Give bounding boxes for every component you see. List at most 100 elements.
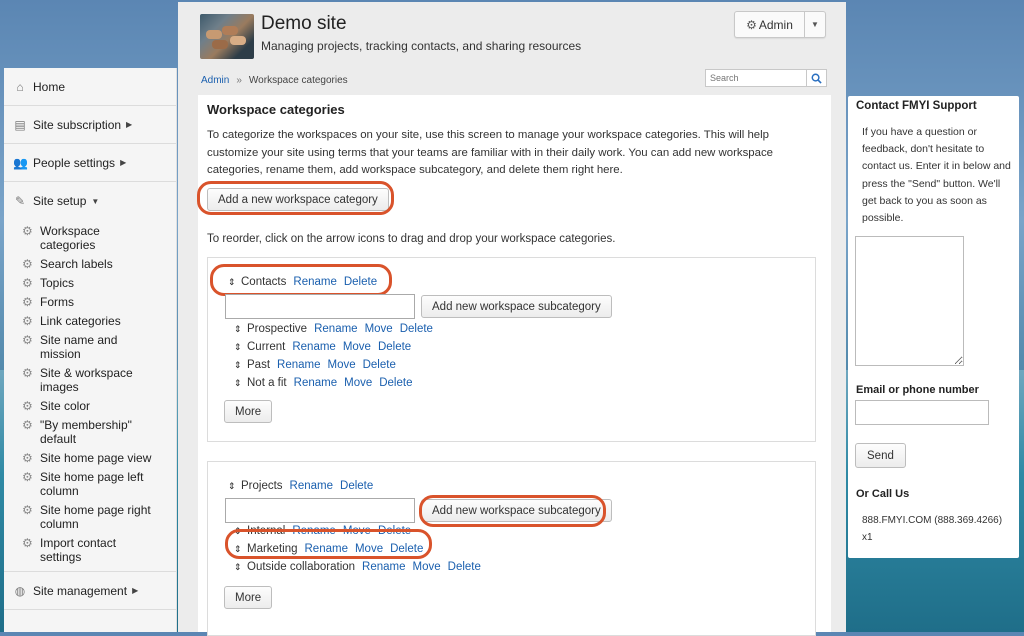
drag-handle-icon[interactable]: ⇕ xyxy=(228,481,238,492)
add-subcategory-button[interactable]: Add new workspace subcategory xyxy=(421,295,612,318)
sidebar-item-site-setup[interactable]: ✎ Site setup ▼ xyxy=(4,182,176,220)
move-link[interactable]: Move xyxy=(327,359,355,371)
subcategory-name: Internal xyxy=(247,525,286,537)
add-workspace-category-button[interactable]: Add a new workspace category xyxy=(207,188,389,211)
caret-right-icon: ▶ xyxy=(126,120,133,129)
subcategory-name-input[interactable] xyxy=(225,498,415,523)
drag-handle-icon[interactable]: ⇕ xyxy=(234,360,244,371)
support-panel: Contact FMYI Support If you have a quest… xyxy=(848,96,1019,558)
category-header: ⇕ Contacts Rename Delete xyxy=(228,276,377,288)
intro-text: To categorize the workspaces on your sit… xyxy=(207,129,773,176)
caret-right-icon: ▶ xyxy=(132,586,139,595)
move-link[interactable]: Move xyxy=(365,323,393,335)
rename-link[interactable]: Rename xyxy=(294,377,337,389)
admin-button-group: ⚙ Admin ▼ xyxy=(734,11,826,38)
wrench-icon: ✎ xyxy=(14,194,26,208)
gear-icon: ⚙ xyxy=(22,503,33,517)
admin-dropdown-toggle[interactable]: ▼ xyxy=(805,12,825,37)
subcategory-row: ⇕ Internal Rename Move Delete xyxy=(234,523,411,539)
breadcrumb: Admin » Workspace categories xyxy=(201,75,348,86)
send-button[interactable]: Send xyxy=(855,443,906,468)
add-subcategory-button[interactable]: Add new workspace subcategory xyxy=(421,499,612,522)
move-link[interactable]: Move xyxy=(355,543,383,555)
more-button[interactable]: More xyxy=(224,586,273,609)
delete-link[interactable]: Delete xyxy=(363,359,396,371)
delete-link[interactable]: Delete xyxy=(378,341,411,353)
sidebar-subitem-search-labels[interactable]: ⚙ Search labels xyxy=(4,255,176,274)
admin-button[interactable]: ⚙ Admin xyxy=(735,12,805,37)
gear-icon: ⚙ xyxy=(22,295,33,309)
rename-link[interactable]: Rename xyxy=(314,323,357,335)
gear-icon: ⚙ xyxy=(22,536,33,550)
delete-link[interactable]: Delete xyxy=(378,525,411,537)
drag-handle-icon[interactable]: ⇕ xyxy=(234,342,244,353)
sidebar-subitem-topics[interactable]: ⚙ Topics xyxy=(4,274,176,293)
search-box xyxy=(705,69,827,87)
rename-link[interactable]: Rename xyxy=(293,276,336,288)
drag-handle-icon[interactable]: ⇕ xyxy=(234,544,244,555)
sidebar-subitem-workspace-categories[interactable]: ⚙ Workspace categories xyxy=(4,222,176,255)
gear-icon: ⚙ xyxy=(22,314,33,328)
email-field[interactable] xyxy=(855,400,989,425)
support-message-textarea[interactable] xyxy=(855,236,964,366)
subcategory-name: Prospective xyxy=(247,323,308,335)
sidebar-subitem-import-contact-settings[interactable]: ⚙ Import contact settings xyxy=(4,534,176,567)
sidebar-subitem-site-workspace-images[interactable]: ⚙ Site & workspace images xyxy=(4,364,176,397)
sidebar-item-site-management[interactable]: ◍ Site management ▶ xyxy=(4,572,176,610)
subcategory-row: ⇕ Current Rename Move Delete xyxy=(234,339,411,355)
caret-right-icon: ▶ xyxy=(120,158,127,167)
delete-link[interactable]: Delete xyxy=(390,543,423,555)
sidebar-subitem-by-membership-default[interactable]: ⚙ "By membership" default xyxy=(4,416,176,449)
sidebar-subitem-home-left-column[interactable]: ⚙ Site home page left column xyxy=(4,468,176,501)
delete-link[interactable]: Delete xyxy=(400,323,433,335)
more-wrapper: More xyxy=(224,586,273,609)
delete-link[interactable]: Delete xyxy=(340,480,373,492)
subcategory-name: Current xyxy=(247,341,286,353)
subcategory-row: ⇕ Outside collaboration Rename Move Dele… xyxy=(234,559,481,575)
rename-link[interactable]: Rename xyxy=(362,561,405,573)
breadcrumb-admin-link[interactable]: Admin xyxy=(201,75,229,86)
logo-hand-shape xyxy=(212,40,228,49)
delete-link[interactable]: Delete xyxy=(379,377,412,389)
sidebar-subitem-link-categories[interactable]: ⚙ Link categories xyxy=(4,312,176,331)
gear-icon: ⚙ xyxy=(22,418,33,432)
gear-icon: ⚙ xyxy=(22,276,33,290)
search-button[interactable] xyxy=(806,70,826,86)
drag-handle-icon[interactable]: ⇕ xyxy=(234,378,244,389)
drag-handle-icon[interactable]: ⇕ xyxy=(234,526,244,537)
move-link[interactable]: Move xyxy=(344,377,372,389)
sidebar-subitem-home-right-column[interactable]: ⚙ Site home page right column xyxy=(4,501,176,534)
subcategory-name: Marketing xyxy=(247,543,298,555)
sidebar-subitem-site-color[interactable]: ⚙ Site color xyxy=(4,397,176,416)
subcategory-row: ⇕ Not a fit Rename Move Delete xyxy=(234,375,412,391)
sidebar-item-people-settings[interactable]: 👥 People settings ▶ xyxy=(4,144,176,182)
move-link[interactable]: Move xyxy=(343,525,371,537)
sidebar-subitem-forms[interactable]: ⚙ Forms xyxy=(4,293,176,312)
move-link[interactable]: Move xyxy=(343,341,371,353)
drag-handle-icon[interactable]: ⇕ xyxy=(234,324,244,335)
rename-link[interactable]: Rename xyxy=(305,543,348,555)
delete-link[interactable]: Delete xyxy=(344,276,377,288)
rename-link[interactable]: Rename xyxy=(292,525,335,537)
search-input[interactable] xyxy=(706,70,806,86)
move-link[interactable]: Move xyxy=(413,561,441,573)
category-card-projects: ⇕ Projects Rename Delete Add new workspa… xyxy=(207,461,816,636)
gear-icon: ⚙ xyxy=(22,224,33,238)
subcategory-name-input[interactable] xyxy=(225,294,415,319)
category-name: Contacts xyxy=(241,276,287,288)
sidebar-subitem-site-name-mission[interactable]: ⚙ Site name and mission xyxy=(4,331,176,364)
sidebar-item-home[interactable]: ⌂ Home xyxy=(4,68,176,106)
drag-handle-icon[interactable]: ⇕ xyxy=(228,277,238,288)
rename-link[interactable]: Rename xyxy=(290,480,333,492)
more-button[interactable]: More xyxy=(224,400,273,423)
people-icon: 👥 xyxy=(13,155,28,170)
rename-link[interactable]: Rename xyxy=(277,359,320,371)
call-title: Or Call Us xyxy=(856,488,910,500)
delete-link[interactable]: Delete xyxy=(448,561,481,573)
drag-handle-icon[interactable]: ⇕ xyxy=(234,562,244,573)
sidebar: ⌂ Home ▤ Site subscription ▶ 👥 People se… xyxy=(4,68,177,632)
rename-link[interactable]: Rename xyxy=(292,341,335,353)
sidebar-subitem-site-home-page-view[interactable]: ⚙ Site home page view xyxy=(4,449,176,468)
category-card-contacts: ⇕ Contacts Rename Delete Add new workspa… xyxy=(207,257,816,442)
sidebar-item-site-subscription[interactable]: ▤ Site subscription ▶ xyxy=(4,106,176,144)
